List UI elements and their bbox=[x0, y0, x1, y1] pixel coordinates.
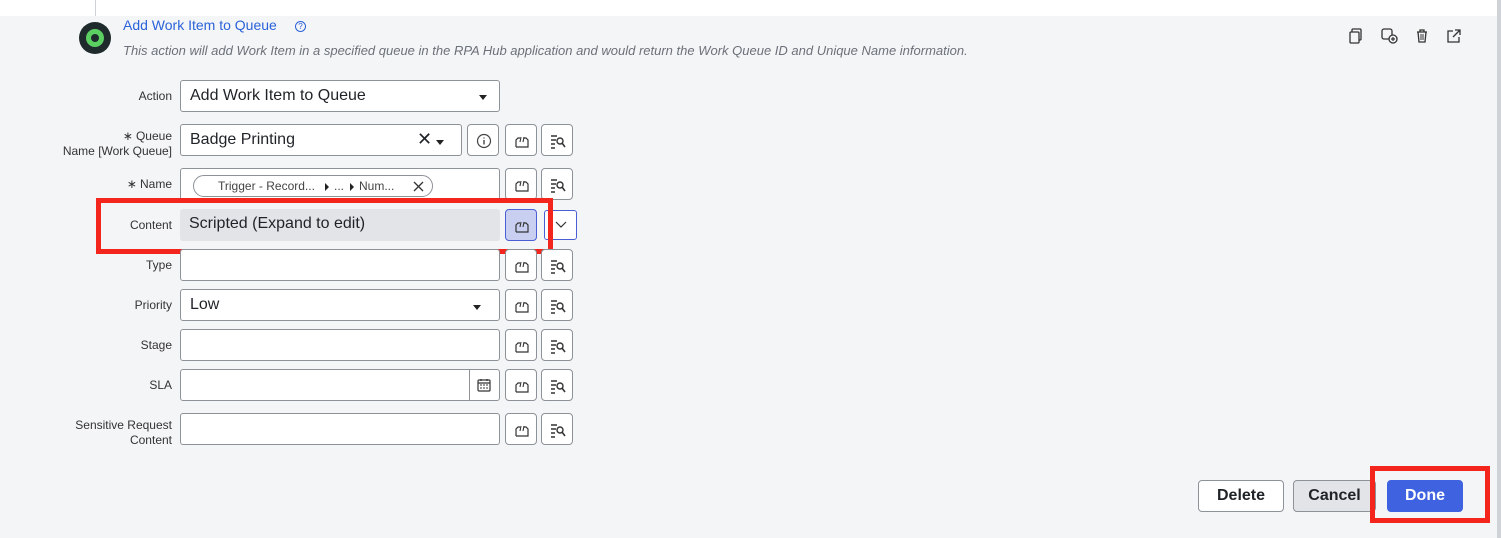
chevron-down-icon bbox=[555, 221, 567, 228]
queue-datapill-picker-button[interactable] bbox=[541, 124, 573, 156]
chevron-down-icon bbox=[473, 305, 481, 310]
queue-label: ∗ Queue Name [Work Queue] bbox=[62, 129, 172, 158]
delete-button[interactable]: Delete bbox=[1198, 480, 1284, 512]
action-title[interactable]: Add Work Item to Queue bbox=[123, 17, 277, 33]
pill-chevron-icon bbox=[325, 183, 329, 191]
sensitive-content-input[interactable] bbox=[180, 413, 500, 445]
sla-script-button[interactable] bbox=[505, 369, 537, 401]
stage-datapill-picker-button[interactable] bbox=[541, 329, 573, 361]
name-datapill[interactable]: Trigger - Record... ... Num... bbox=[193, 175, 433, 197]
sensitive-script-button[interactable] bbox=[505, 413, 537, 445]
pill-chevron-icon bbox=[350, 183, 354, 191]
name-label: ∗ Name bbox=[126, 177, 172, 191]
priority-script-button[interactable] bbox=[505, 289, 537, 321]
type-label: Type bbox=[145, 258, 172, 272]
done-highlight-box bbox=[1370, 466, 1490, 523]
calendar-icon[interactable] bbox=[477, 378, 491, 392]
stage-script-button[interactable] bbox=[505, 329, 537, 361]
type-datapill-picker-button[interactable] bbox=[541, 249, 573, 281]
chevron-down-icon bbox=[436, 140, 444, 145]
clear-icon[interactable]: ✕ bbox=[417, 129, 432, 150]
help-icon[interactable]: ? bbox=[295, 21, 306, 32]
cancel-button[interactable]: Cancel bbox=[1293, 480, 1376, 512]
name-script-button[interactable] bbox=[505, 168, 537, 200]
copy-icon[interactable] bbox=[1348, 28, 1366, 46]
pill-remove-icon[interactable] bbox=[413, 181, 424, 192]
sla-label: SLA bbox=[149, 378, 172, 392]
queue-value: Badge Printing bbox=[190, 131, 295, 148]
type-input[interactable] bbox=[180, 249, 500, 281]
top-strip bbox=[0, 0, 1501, 16]
priority-label: Priority bbox=[134, 298, 172, 312]
priority-select[interactable]: Low bbox=[180, 289, 500, 321]
action-logo-icon bbox=[79, 22, 111, 54]
trash-icon[interactable] bbox=[1414, 28, 1432, 46]
divider bbox=[95, 0, 96, 16]
sla-input[interactable] bbox=[180, 369, 500, 401]
content-highlight-box bbox=[96, 198, 553, 254]
scrollbar-edge bbox=[1497, 0, 1501, 538]
duplicate-icon[interactable] bbox=[1381, 28, 1399, 46]
action-description: This action will add Work Item in a spec… bbox=[123, 43, 968, 58]
queue-select[interactable]: Badge Printing ✕ bbox=[180, 124, 462, 156]
sla-datapill-picker-button[interactable] bbox=[541, 369, 573, 401]
action-select[interactable]: Add Work Item to Queue bbox=[180, 80, 500, 112]
stage-label: Stage bbox=[140, 338, 172, 352]
open-external-icon[interactable] bbox=[1446, 28, 1464, 46]
queue-script-button[interactable] bbox=[505, 124, 537, 156]
action-label: Action bbox=[138, 89, 172, 103]
sensitive-label: Sensitive Request Content bbox=[75, 418, 172, 447]
queue-info-button[interactable] bbox=[467, 124, 499, 156]
name-datapill-picker-button[interactable] bbox=[541, 168, 573, 200]
priority-datapill-picker-button[interactable] bbox=[541, 289, 573, 321]
type-script-button[interactable] bbox=[505, 249, 537, 281]
name-field[interactable]: Trigger - Record... ... Num... bbox=[180, 168, 500, 200]
stage-input[interactable] bbox=[180, 329, 500, 361]
priority-value: Low bbox=[190, 296, 220, 313]
sensitive-datapill-picker-button[interactable] bbox=[541, 413, 573, 445]
chevron-down-icon bbox=[479, 95, 487, 100]
action-value: Add Work Item to Queue bbox=[190, 87, 366, 104]
